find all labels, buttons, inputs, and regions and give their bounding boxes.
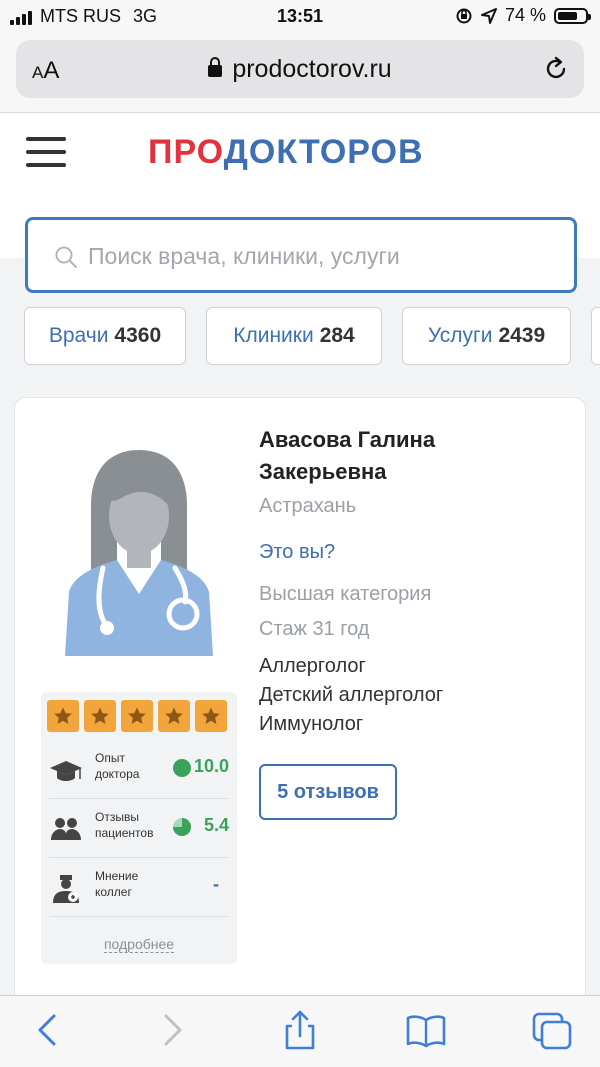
rating-row-patients: Отзывы пациентов 5.4 <box>41 799 237 857</box>
tab-more[interactable] <box>591 307 600 365</box>
more-details-link[interactable]: подробнее <box>41 936 237 953</box>
site-logo[interactable]: ПРОДОКТОРОВ <box>148 133 424 172</box>
tab-doctors[interactable]: Врачи 4360 <box>24 307 186 365</box>
rating-row-experience: Опыт доктора 10.0 <box>41 740 237 798</box>
search-box[interactable] <box>25 217 577 293</box>
star-icon <box>121 700 153 732</box>
tab-clinics[interactable]: Клиники 284 <box>206 307 382 365</box>
rating-block: Опыт доктора 10.0 Отзывы пациентов 5.4 М… <box>41 692 237 964</box>
battery-level <box>558 11 577 20</box>
search-input[interactable] <box>86 236 560 276</box>
logo-part-red: ПРО <box>148 133 224 171</box>
doctor-city: Астрахань <box>259 495 357 517</box>
score-pie-icon <box>173 759 191 777</box>
orientation-lock-icon <box>456 8 472 23</box>
rating-label: Мнение коллег <box>95 869 139 899</box>
doctor-experience: Стаж 31 год <box>259 618 370 640</box>
rating-label: Отзывы пациентов <box>95 810 154 840</box>
star-icon <box>158 700 190 732</box>
rating-value: 5.4 <box>203 815 229 835</box>
doctor-name: Авасова Галина Закерьевна <box>259 427 436 484</box>
browser-address-area: AA prodoctorov.ru <box>0 34 600 113</box>
tab-count: 2439 <box>498 324 546 347</box>
score-pie-icon <box>173 818 191 836</box>
rating-value: 10.0 <box>193 756 229 776</box>
tab-label: Врачи <box>48 324 109 347</box>
address-bar[interactable]: AA prodoctorov.ru <box>16 40 584 98</box>
tab-count: 4360 <box>114 324 162 347</box>
tab-label: Клиники <box>233 324 314 347</box>
url-text: prodoctorov.ru <box>232 55 392 83</box>
battery-percent: 74 % <box>504 5 546 25</box>
more-details-text: подробнее <box>103 936 175 953</box>
doctor-card: Авасова Галина Закерьевна Астрахань Это … <box>14 397 586 1037</box>
star-icon <box>84 700 116 732</box>
specialty-item[interactable]: Аллерголог <box>259 652 443 681</box>
patients-icon <box>51 818 81 840</box>
bookmarks-icon[interactable] <box>404 1010 448 1050</box>
reviews-button[interactable]: 5 отзывов <box>259 764 397 820</box>
share-icon[interactable] <box>278 1010 322 1050</box>
rating-value: - <box>213 874 219 894</box>
logo-part-blue: ДОКТОРОВ <box>223 133 424 171</box>
forward-icon[interactable] <box>150 1010 194 1050</box>
doctor-icon <box>53 875 79 903</box>
tab-count: 284 <box>319 324 355 347</box>
menu-icon[interactable] <box>26 137 66 169</box>
star-icon <box>47 700 79 732</box>
status-bar: MTS RUS 3G 13:51 74 % <box>0 0 600 34</box>
tab-label: Услуги <box>427 324 493 347</box>
rating-row-colleagues: Мнение коллег - <box>41 858 237 916</box>
rating-label: Опыт доктора <box>95 751 140 781</box>
reload-icon[interactable] <box>542 55 570 83</box>
star-rating <box>47 700 227 732</box>
tabs-icon[interactable] <box>530 1010 574 1050</box>
graduation-cap-icon <box>50 761 82 781</box>
browser-toolbar <box>0 995 600 1067</box>
back-icon[interactable] <box>26 1010 70 1050</box>
battery-icon <box>554 7 591 24</box>
specialty-item[interactable]: Иммунолог <box>259 710 443 739</box>
claim-profile-link[interactable]: Это вы? <box>259 541 335 564</box>
location-arrow-icon <box>480 7 497 24</box>
status-right: 74 % <box>455 5 591 26</box>
doctor-specialties: Аллерголог Детский аллерголог Иммунолог <box>259 652 443 739</box>
search-icon <box>55 246 78 269</box>
specialty-item[interactable]: Детский аллерголог <box>259 681 443 710</box>
url-display[interactable]: prodoctorov.ru <box>16 55 584 84</box>
doctor-avatar-icon[interactable] <box>59 444 219 656</box>
lock-icon <box>208 57 223 78</box>
tab-services[interactable]: Услуги 2439 <box>402 307 571 365</box>
filter-tabs: Врачи 4360 Клиники 284 Услуги 2439 <box>24 307 600 367</box>
doctor-category: Высшая категория <box>259 583 432 605</box>
star-icon <box>195 700 227 732</box>
